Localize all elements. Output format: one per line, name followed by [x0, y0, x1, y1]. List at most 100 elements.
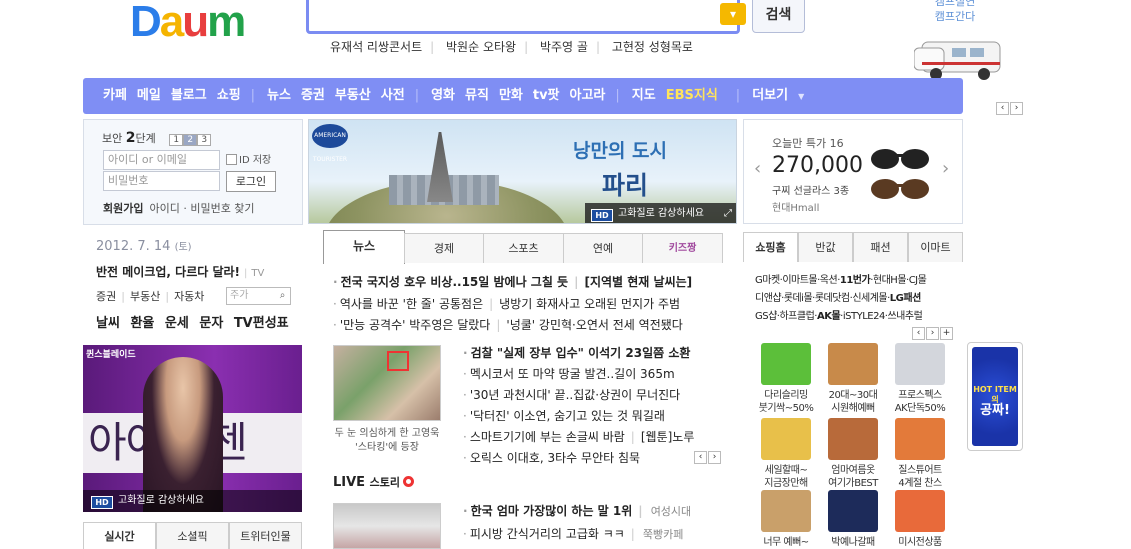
live-story-photo[interactable]: [333, 503, 441, 549]
nav-stock[interactable]: 증권: [301, 88, 325, 103]
hot-keyword[interactable]: 고현정 성형목로: [612, 40, 693, 54]
live-story-item[interactable]: · 피시방 간식거리의 고급화 ㅋㅋ | 쭉빵카페: [463, 525, 683, 542]
tab-fashion[interactable]: 패션: [853, 232, 908, 262]
news-list-item[interactable]: · 검찰 "실제 장부 입수" 이석기 23일쯤 소환: [463, 344, 690, 361]
level-3-button[interactable]: 3: [197, 134, 212, 146]
daily-deal[interactable]: 오늘만 특가 16 270,000 구찌 선글라스 3종 현대Hmall ‹ ›: [743, 119, 963, 224]
hot-keyword[interactable]: 박주영 골: [540, 40, 588, 54]
nav-news[interactable]: 뉴스: [267, 88, 291, 103]
live-story-heading[interactable]: LIVE 스토리: [333, 474, 414, 490]
product-item[interactable]: 20대~30대 시원해예뻐: [823, 343, 883, 415]
id-save-checkbox[interactable]: ID 저장: [226, 151, 271, 166]
find-account-link[interactable]: 아이디 · 비밀번호 찾기: [149, 202, 254, 215]
nav-map[interactable]: 지도: [632, 88, 656, 103]
nav-more[interactable]: 더보기: [752, 88, 788, 103]
tab-kidszzang[interactable]: 키즈짱: [642, 233, 723, 263]
plus-icon[interactable]: +: [940, 327, 953, 340]
product-item[interactable]: 너무 예뻐~: [756, 490, 816, 549]
news-list-item[interactable]: · '닥터진' 이소연, 숨기고 있는 것 뭐길래: [463, 407, 665, 424]
news-photo[interactable]: [333, 345, 441, 421]
tv-schedule-link[interactable]: TV편성표: [234, 316, 289, 331]
tab-realtime[interactable]: 실시간: [83, 522, 156, 549]
next-arrow-icon[interactable]: ›: [942, 158, 949, 179]
join-link[interactable]: 회원가입: [103, 202, 143, 215]
news-photo-caption[interactable]: 두 눈 의심하게 한 고영욱 '스타킹'에 등장: [333, 427, 441, 455]
next-arrow-icon[interactable]: ›: [708, 451, 721, 464]
daum-logo[interactable]: Daum: [130, 0, 256, 48]
nav-tvpot[interactable]: tv팟: [533, 88, 560, 103]
shop-links-line[interactable]: G마켓·이마트몰·옥션·11번가·현대H몰·CJ몰: [755, 271, 927, 286]
next-arrow-icon[interactable]: ›: [1010, 102, 1023, 115]
level-1-button[interactable]: 1: [169, 134, 184, 146]
product-item[interactable]: 프로스펙스 AK단독50%: [890, 343, 950, 415]
product-item[interactable]: 박예나갈패: [823, 490, 883, 549]
search-dropdown-icon[interactable]: ▾: [720, 3, 746, 25]
search-input[interactable]: [315, 0, 715, 29]
fortune-link[interactable]: 운세: [165, 316, 189, 331]
hot-keyword[interactable]: 박원순 오타왕: [446, 40, 516, 54]
login-button[interactable]: 로그인: [226, 171, 276, 192]
shop-links-line[interactable]: GS샵·하프클럽·AK몰·iSTYLE24·쓰내추럴: [755, 307, 923, 322]
shop-links-line[interactable]: 디앤샵·롯데i몰·롯데닷컴·신세계몰·LG패션: [755, 289, 921, 304]
news-list-item[interactable]: · 멕시코서 또 마약 땅굴 발견..길이 365m: [463, 365, 675, 382]
nav-blog[interactable]: 블로그: [171, 88, 207, 103]
product-item[interactable]: 미시전상품: [890, 490, 950, 549]
news-headline[interactable]: · 전국 국지성 호우 비상..15일 밤에나 그칠 듯 | [지역별 현재 날씨는]: [333, 273, 692, 290]
id-field[interactable]: 아이디 or 이메일: [103, 150, 220, 170]
tab-sports[interactable]: 스포츠: [483, 233, 564, 263]
product-item[interactable]: 엄마여름옷 여기가BEST: [823, 418, 883, 490]
news-list-item[interactable]: · 스마트기기에 부는 손글씨 바람 | [웹툰]노루: [463, 428, 694, 445]
camp-ad-text[interactable]: 캠프실연 캠프간다: [930, 0, 980, 24]
prev-arrow-icon[interactable]: ‹: [694, 451, 707, 464]
tab-socialpick[interactable]: 소셜픽: [156, 522, 229, 549]
nav-agora[interactable]: 아고라: [570, 88, 606, 103]
center-ad-banner[interactable]: AMERICAN TOURISTER 낭만의 도시 파리 HD 고화질로 감상하세…: [308, 119, 737, 224]
prev-arrow-icon[interactable]: ‹: [912, 327, 925, 340]
tab-economy[interactable]: 경제: [404, 233, 484, 263]
nav-music[interactable]: 뮤직: [465, 88, 489, 103]
tab-shop-home[interactable]: 쇼핑홈: [743, 232, 798, 262]
product-item[interactable]: 다리슬리밍 붓기싹~50%: [756, 343, 816, 415]
tab-emart[interactable]: 이마트: [908, 232, 963, 262]
realestate-link[interactable]: 부동산: [130, 290, 160, 303]
weather-link[interactable]: 날씨: [96, 316, 120, 331]
prev-arrow-icon[interactable]: ‹: [996, 102, 1009, 115]
camper-van-icon[interactable]: [914, 34, 1004, 84]
expand-icon[interactable]: ⤢: [724, 203, 732, 223]
tab-half-price[interactable]: 반값: [798, 232, 853, 262]
left-ad-banner[interactable]: 퀸스블레이드 아이 샹젠 HD고화질로 감상하세요: [83, 345, 302, 512]
hot-keyword[interactable]: 유재석 리쌍콘서트: [330, 40, 422, 54]
next-arrow-icon[interactable]: ›: [926, 327, 939, 340]
live-story-item[interactable]: · 한국 엄마 가장많이 하는 말 1위 | 여성시대: [463, 502, 691, 519]
left-headline[interactable]: 반전 메이크업, 다르다 달라! | TV: [96, 263, 264, 280]
news-item[interactable]: · 역사를 바꾼 '한 줄' 공통점은 | 냉방기 화재사고 오래된 먼지가 주범: [333, 295, 680, 312]
nav-comic[interactable]: 만화: [499, 88, 523, 103]
tab-entertainment[interactable]: 연예: [563, 233, 643, 263]
nav-dictionary[interactable]: 사전: [381, 88, 405, 103]
tab-twitter-people[interactable]: 트위터인물: [229, 522, 302, 549]
news-item[interactable]: · '만능 공격수' 박주영은 달랐다 | '넝쿨' 강민혁·오연서 전세 역전됐다: [333, 316, 683, 333]
news-list-item[interactable]: · '30년 과천시대' 끝..집값·상권이 무너진다: [463, 386, 680, 403]
search-button[interactable]: 검색: [752, 0, 805, 33]
nav-cafe[interactable]: 카페: [103, 88, 127, 103]
nav-realestate[interactable]: 부동산: [335, 88, 371, 103]
tab-news[interactable]: 뉴스: [323, 230, 405, 264]
news-list-item[interactable]: · 오릭스 이대호, 3타수 무안타 침묵: [463, 449, 640, 466]
level-2-button[interactable]: 2: [183, 134, 198, 146]
stock-link[interactable]: 증권: [96, 290, 116, 303]
nav-movie[interactable]: 영화: [431, 88, 455, 103]
hd-bar[interactable]: HD 고화질로 감상하세요: [83, 490, 302, 512]
hot-item-banner[interactable]: HOT ITEM의 공짜!: [967, 342, 1023, 451]
nav-ebs[interactable]: EBS지식: [666, 88, 718, 103]
sms-link[interactable]: 문자: [199, 316, 223, 331]
hd-bar[interactable]: HD 고화질로 감상하세요 ⤢: [585, 203, 736, 223]
prev-arrow-icon[interactable]: ‹: [754, 158, 761, 179]
product-item[interactable]: 질스튜어트 4계절 찬스: [890, 418, 950, 490]
search-icon[interactable]: ⌕: [276, 289, 289, 302]
exchange-link[interactable]: 환율: [130, 316, 154, 331]
nav-shopping[interactable]: 쇼핑: [217, 88, 241, 103]
product-item[interactable]: 세일할때~ 지금장만해: [756, 418, 816, 490]
password-field[interactable]: 비밀번호: [103, 171, 220, 191]
nav-mail[interactable]: 메일: [137, 88, 161, 103]
car-link[interactable]: 자동차: [174, 290, 204, 303]
